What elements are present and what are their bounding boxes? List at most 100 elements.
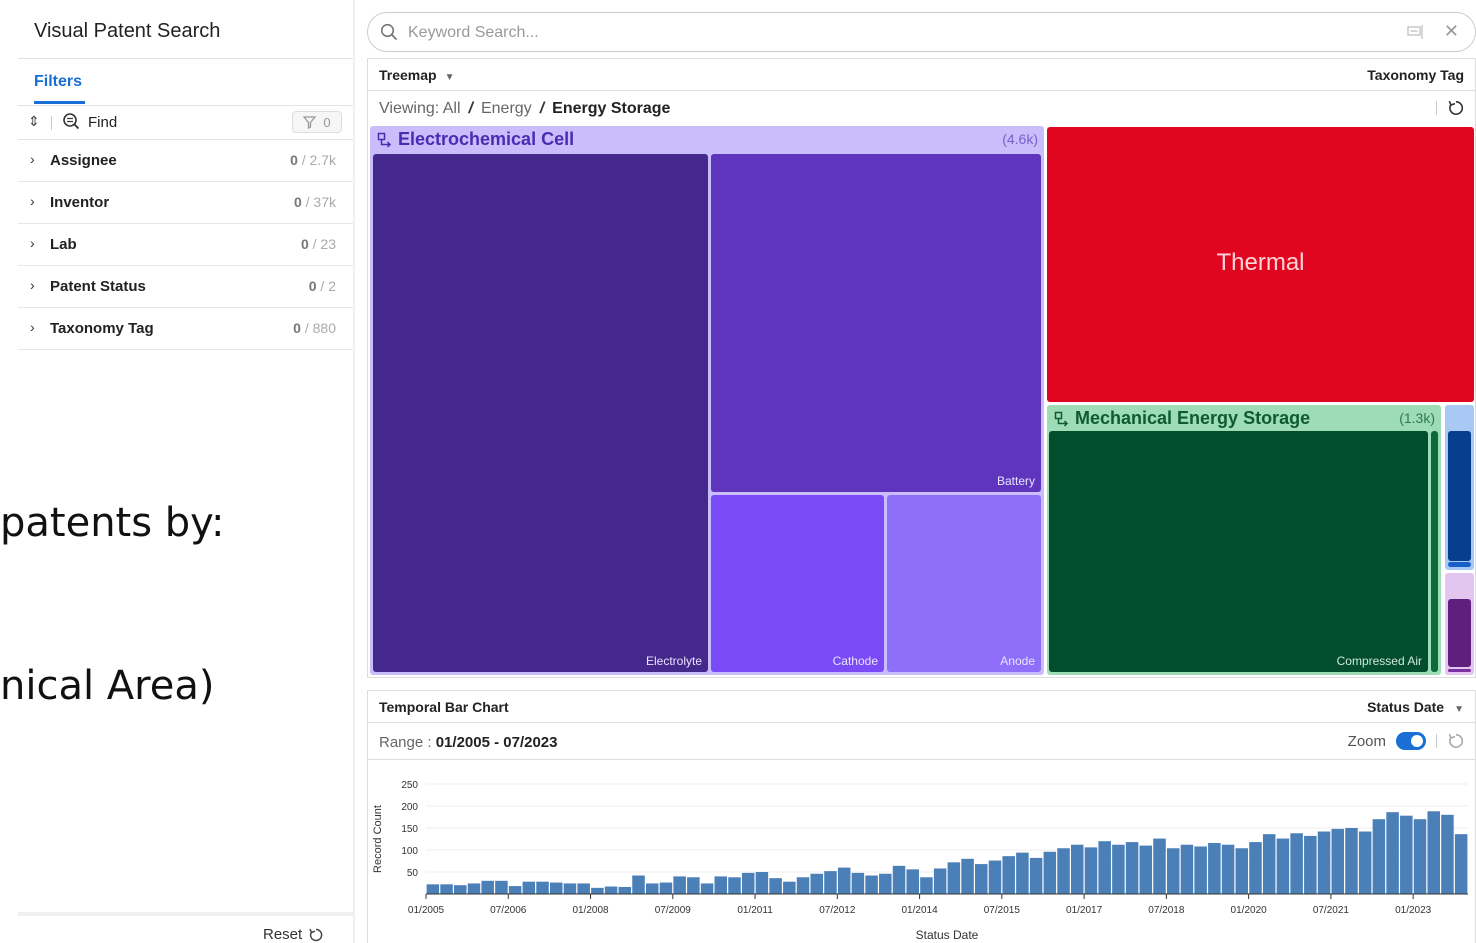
bar[interactable] (1029, 857, 1043, 894)
treemap-leaf-cathode[interactable]: Cathode (711, 495, 884, 672)
bar[interactable] (1043, 851, 1057, 894)
treemap-dimension[interactable]: Taxonomy Tag (1367, 67, 1464, 83)
bar[interactable] (879, 873, 892, 894)
date-dimension-selector[interactable]: Status Date ▼ (1367, 699, 1464, 715)
bar[interactable] (508, 886, 522, 894)
bar[interactable] (947, 862, 961, 894)
bar[interactable] (1166, 848, 1180, 894)
bar[interactable] (1276, 838, 1290, 894)
find-button[interactable]: Find (88, 114, 117, 131)
bar[interactable] (632, 875, 645, 894)
clear-icon[interactable]: ✕ (1444, 21, 1459, 42)
bar[interactable] (1016, 852, 1029, 894)
bar[interactable] (1454, 834, 1468, 894)
facet-inventor[interactable]: › Inventor 0 / 37k (18, 182, 354, 224)
bar[interactable] (1441, 814, 1454, 894)
temporal-bar-chart[interactable]: 50 100 150 200 250 01/2005 07/2006 01/2008 07/2… (368, 761, 1475, 943)
sort-toggle-icon[interactable]: ⇕ (28, 113, 40, 130)
facet-lab[interactable]: › Lab 0 / 23 (18, 224, 354, 266)
find-icon[interactable] (62, 112, 80, 130)
bar[interactable] (920, 877, 933, 894)
treemap-leaf-battery[interactable]: Battery (711, 154, 1041, 492)
bar[interactable] (1427, 811, 1440, 894)
treemap-leaf-unlabeled[interactable] (1448, 562, 1471, 567)
bar[interactable] (755, 872, 769, 894)
bar[interactable] (454, 885, 467, 894)
bar[interactable] (1358, 831, 1372, 894)
bar[interactable] (810, 873, 823, 894)
reset-button[interactable]: Reset (263, 926, 324, 943)
tab-filters[interactable]: Filters (34, 73, 82, 91)
bar[interactable] (714, 876, 728, 894)
treemap-leaf-unlabeled[interactable] (1448, 669, 1471, 672)
bar[interactable] (673, 876, 686, 894)
bar[interactable] (1331, 828, 1344, 894)
bar[interactable] (1372, 819, 1386, 894)
bar[interactable] (1290, 833, 1303, 894)
bar[interactable] (1221, 844, 1235, 894)
bar[interactable] (837, 867, 851, 894)
bar[interactable] (426, 884, 440, 894)
bar[interactable] (961, 858, 974, 894)
treemap-leaf-anode[interactable]: Anode (887, 495, 1041, 672)
bar[interactable] (563, 883, 577, 894)
bar[interactable] (769, 878, 782, 894)
bar[interactable] (1249, 842, 1262, 894)
bar[interactable] (1194, 846, 1207, 894)
bar[interactable] (1317, 831, 1331, 894)
bar[interactable] (522, 881, 536, 894)
bar[interactable] (1098, 841, 1111, 894)
bar[interactable] (1386, 812, 1399, 894)
bar[interactable] (700, 883, 714, 894)
bar[interactable] (975, 864, 988, 894)
treemap-leaf-unlabeled[interactable] (1431, 431, 1438, 672)
bar[interactable] (467, 883, 481, 894)
bar[interactable] (1153, 838, 1166, 894)
breadcrumb-item[interactable]: All (443, 100, 461, 117)
bar[interactable] (1139, 845, 1153, 894)
breadcrumb-item[interactable]: Energy (481, 100, 532, 117)
bar[interactable] (618, 886, 632, 894)
bar[interactable] (549, 882, 563, 894)
bar[interactable] (1235, 848, 1249, 894)
bar[interactable] (536, 881, 549, 894)
reset-range-icon[interactable] (1447, 732, 1465, 750)
facet-patent-status[interactable]: › Patent Status 0 / 2 (18, 266, 354, 308)
drill-down-icon[interactable] (377, 132, 393, 148)
bar[interactable] (1262, 834, 1276, 894)
treemap-leaf-electrolyte[interactable]: Electrolyte (373, 154, 708, 672)
bar[interactable] (741, 872, 755, 894)
bar[interactable] (1002, 856, 1015, 894)
bar[interactable] (1112, 844, 1125, 894)
bar[interactable] (851, 872, 865, 894)
treemap-leaf-unlabeled[interactable] (1448, 431, 1471, 561)
keyboard-icon[interactable] (1407, 24, 1425, 40)
bar[interactable] (1400, 815, 1413, 894)
bar[interactable] (933, 868, 947, 894)
bar[interactable] (1413, 819, 1427, 894)
bar[interactable] (906, 869, 919, 894)
bar[interactable] (687, 877, 700, 894)
zoom-toggle[interactable] (1396, 732, 1426, 750)
bar[interactable] (1125, 842, 1139, 894)
bar[interactable] (481, 880, 494, 894)
bar[interactable] (865, 875, 878, 894)
bar[interactable] (1070, 844, 1084, 894)
bar[interactable] (1057, 848, 1070, 894)
bar[interactable] (892, 865, 906, 894)
bar[interactable] (1180, 844, 1194, 894)
bar[interactable] (1304, 835, 1317, 894)
bar[interactable] (591, 887, 604, 894)
treemap-leaf-compressed-air[interactable]: Compressed Air (1049, 431, 1428, 672)
treemap-leaf-thermal[interactable]: Thermal (1047, 127, 1474, 402)
bar[interactable] (1084, 847, 1098, 894)
bar[interactable] (1345, 828, 1358, 894)
search-input[interactable] (408, 20, 1308, 46)
bar[interactable] (659, 882, 673, 894)
bar[interactable] (604, 886, 618, 894)
bar[interactable] (577, 883, 590, 894)
bar[interactable] (645, 883, 659, 894)
bar[interactable] (495, 880, 508, 894)
bar[interactable] (988, 860, 1002, 894)
bar[interactable] (440, 884, 453, 894)
